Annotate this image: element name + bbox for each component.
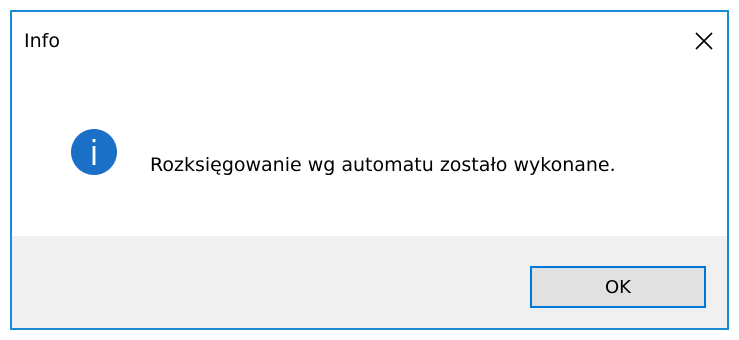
message-text: Rozksięgowanie wg automatu zostało wykon…: [150, 154, 616, 176]
info-dialog: Info Rozksięgowanie wg automatu zostało …: [10, 10, 729, 330]
close-icon: [695, 32, 713, 50]
close-button[interactable]: [681, 12, 727, 70]
dialog-content: Rozksięgowanie wg automatu zostało wykon…: [12, 70, 727, 236]
ok-button[interactable]: OK: [530, 266, 706, 308]
window-title: Info: [24, 30, 60, 52]
title-bar[interactable]: Info: [12, 12, 727, 70]
button-bar: OK: [12, 236, 727, 328]
info-icon: [71, 129, 117, 175]
